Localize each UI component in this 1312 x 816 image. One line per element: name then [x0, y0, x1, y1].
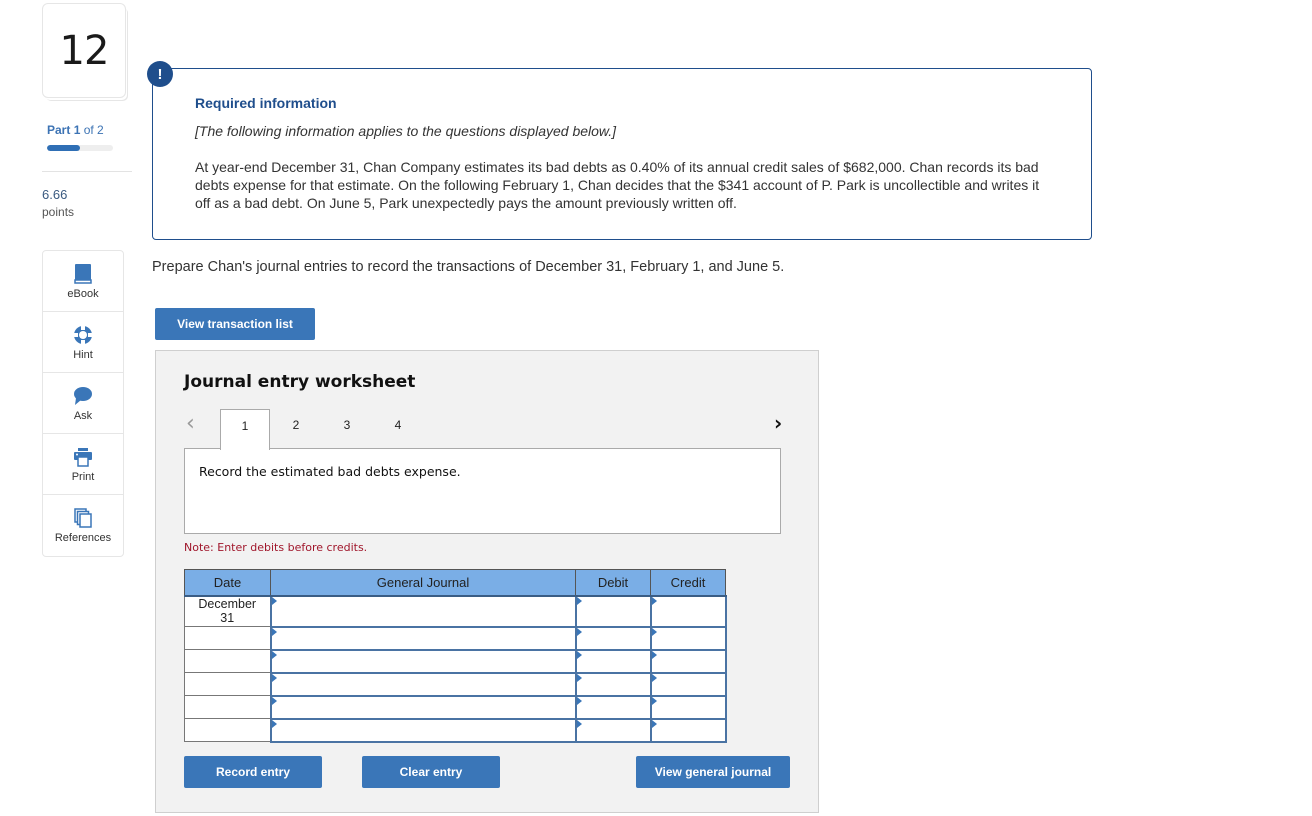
view-general-journal-button[interactable]: View general journal — [636, 756, 790, 788]
speech-bubble-icon — [72, 385, 94, 407]
question-number: 12 — [42, 3, 126, 98]
documents-icon — [72, 507, 94, 529]
column-header-debit: Debit — [575, 569, 651, 597]
info-title: Required information — [195, 95, 337, 111]
tab-4[interactable]: 4 — [373, 409, 423, 449]
credit-input[interactable] — [649, 671, 727, 697]
table-row — [184, 694, 727, 720]
part-progress-bar — [47, 145, 113, 151]
debit-input[interactable] — [574, 671, 652, 697]
table-row — [184, 625, 727, 651]
part-current: 1 — [73, 123, 81, 137]
tool-ask[interactable]: Ask — [43, 373, 123, 434]
column-header-credit: Credit — [650, 569, 726, 597]
tab-2[interactable]: 2 — [271, 409, 321, 449]
chevron-right-icon[interactable]: › — [774, 411, 782, 435]
credit-input[interactable] — [649, 694, 727, 720]
debit-input[interactable] — [574, 694, 652, 720]
credit-input[interactable] — [649, 648, 727, 674]
book-icon — [72, 263, 94, 285]
tool-print[interactable]: Print — [43, 434, 123, 495]
account-dropdown[interactable] — [269, 717, 577, 743]
points-label: points — [42, 205, 75, 219]
tool-label: Print — [71, 471, 95, 483]
part-word: Part — [47, 123, 71, 137]
tool-label: Hint — [73, 349, 93, 361]
clear-entry-button[interactable]: Clear entry — [362, 756, 500, 788]
tool-label: eBook — [67, 288, 99, 300]
entry-note: Note: Enter debits before credits. — [184, 541, 368, 554]
credit-input[interactable] — [649, 625, 727, 651]
part-progress-fill — [47, 145, 80, 151]
account-dropdown[interactable] — [269, 594, 577, 628]
tab-3[interactable]: 3 — [322, 409, 372, 449]
date-cell — [184, 649, 271, 673]
entry-description: Record the estimated bad debts expense. — [199, 464, 461, 479]
journal-header-row: Date General Journal Debit Credit — [184, 569, 726, 597]
column-header-general-journal: General Journal — [270, 569, 576, 597]
entry-description-box: Record the estimated bad debts expense. — [184, 448, 781, 534]
question-prompt: Prepare Chan's journal entries to record… — [152, 259, 785, 275]
table-row — [184, 648, 727, 674]
debit-input[interactable] — [574, 594, 652, 628]
credit-input[interactable] — [649, 717, 727, 743]
debit-input[interactable] — [574, 648, 652, 674]
tool-label: Ask — [73, 410, 93, 422]
points-value: 6.66 — [42, 187, 68, 202]
date-cell — [184, 672, 271, 696]
tools-panel: eBook Hint Ask Print References — [42, 250, 124, 557]
date-cell: December 31 — [184, 595, 271, 627]
part-of-total: of 2 — [83, 123, 104, 137]
account-dropdown[interactable] — [269, 625, 577, 651]
alert-icon: ! — [147, 61, 173, 87]
debit-input[interactable] — [574, 625, 652, 651]
tab-1[interactable]: 1 — [220, 409, 270, 450]
journal-table: Date General Journal Debit Credit Decemb… — [184, 569, 727, 743]
account-dropdown[interactable] — [269, 648, 577, 674]
record-entry-button[interactable]: Record entry — [184, 756, 322, 788]
table-row: December 31 — [184, 594, 727, 628]
table-row — [184, 717, 727, 743]
divider — [42, 171, 132, 172]
required-info-box: Required information [The following info… — [152, 68, 1092, 240]
worksheet-title: Journal entry worksheet — [184, 372, 416, 392]
date-cell — [184, 695, 271, 719]
tool-ebook[interactable]: eBook — [43, 251, 123, 312]
journal-entry-worksheet: Journal entry worksheet ‹ 1 2 3 4 › Reco… — [155, 350, 819, 813]
lifebuoy-icon — [72, 324, 94, 346]
info-body: At year-end December 31, Chan Company es… — [195, 159, 1040, 211]
info-subtitle: [The following information applies to th… — [195, 123, 617, 139]
column-header-date: Date — [184, 569, 271, 597]
account-dropdown[interactable] — [269, 694, 577, 720]
tool-hint[interactable]: Hint — [43, 312, 123, 373]
tool-label: References — [54, 532, 112, 544]
view-transaction-list-button[interactable]: View transaction list — [155, 308, 315, 340]
account-dropdown[interactable] — [269, 671, 577, 697]
part-indicator: Part 1 of 2 — [47, 123, 104, 137]
table-row — [184, 671, 727, 697]
date-cell — [184, 626, 271, 650]
chevron-left-icon[interactable]: ‹ — [186, 411, 195, 436]
printer-icon — [72, 446, 94, 468]
credit-input[interactable] — [649, 594, 727, 628]
tool-references[interactable]: References — [43, 495, 123, 556]
debit-input[interactable] — [574, 717, 652, 743]
date-cell — [184, 718, 271, 742]
